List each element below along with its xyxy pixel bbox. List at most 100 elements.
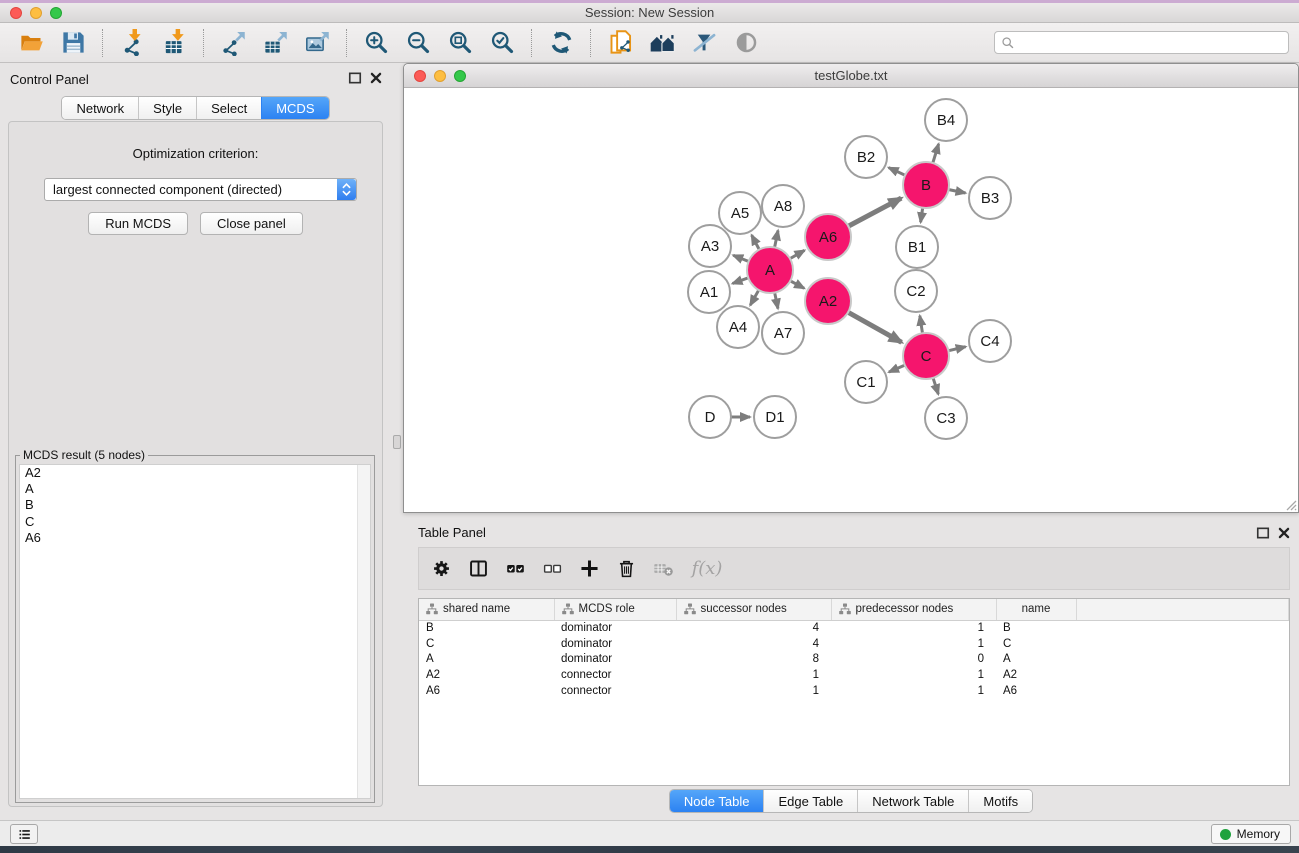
export-network-icon[interactable] bbox=[212, 27, 254, 59]
cell-successor-nodes[interactable]: 8 bbox=[676, 652, 831, 668]
table-row[interactable]: Bdominator41B bbox=[419, 620, 1289, 636]
search-box[interactable] bbox=[994, 31, 1289, 54]
cell-successor-nodes[interactable]: 4 bbox=[676, 636, 831, 652]
cell-name[interactable]: A6 bbox=[996, 683, 1076, 699]
column-header-MCDS-role[interactable]: MCDS role bbox=[554, 599, 676, 620]
float-panel-icon[interactable] bbox=[348, 71, 362, 85]
export-table-icon[interactable] bbox=[254, 27, 296, 59]
zoom-fit-icon[interactable] bbox=[439, 27, 481, 59]
share-document-icon[interactable] bbox=[599, 27, 641, 59]
mcds-result-item[interactable]: A2 bbox=[20, 465, 370, 481]
zoom-selected-icon[interactable] bbox=[481, 27, 523, 59]
mcds-result-item[interactable]: B bbox=[20, 497, 370, 513]
close-table-panel-icon[interactable] bbox=[1277, 526, 1291, 540]
memory-label: Memory bbox=[1237, 827, 1280, 841]
add-icon[interactable] bbox=[577, 557, 601, 581]
cell-name[interactable]: C bbox=[996, 636, 1076, 652]
splitter-grip[interactable] bbox=[393, 435, 401, 449]
tab-mcds[interactable]: MCDS bbox=[261, 97, 328, 119]
deselect-all-checkboxes-icon[interactable] bbox=[540, 557, 564, 581]
tab-edge-table[interactable]: Edge Table bbox=[763, 790, 857, 812]
hide-graphics-details-icon[interactable] bbox=[683, 27, 725, 59]
network-window-titlebar[interactable]: testGlobe.txt bbox=[404, 64, 1298, 88]
cell-shared-name[interactable]: A6 bbox=[419, 683, 554, 699]
node-table-container[interactable]: shared name MCDS rolesuccessor nodesprede… bbox=[418, 598, 1290, 786]
settings-icon[interactable] bbox=[429, 557, 453, 581]
select-all-checkboxes-icon[interactable] bbox=[503, 557, 527, 581]
show-hide-panel-icon[interactable] bbox=[725, 27, 767, 59]
run-mcds-button[interactable]: Run MCDS bbox=[88, 212, 188, 235]
home-icon[interactable] bbox=[641, 27, 683, 59]
table-row[interactable]: A2connector11A2 bbox=[419, 667, 1289, 683]
task-history-button[interactable] bbox=[10, 824, 38, 844]
save-session-icon[interactable] bbox=[52, 27, 94, 59]
open-file-icon[interactable] bbox=[10, 27, 52, 59]
zoom-out-icon[interactable] bbox=[397, 27, 439, 59]
cell-MCDS-role[interactable]: connector bbox=[554, 667, 676, 683]
cell-successor-nodes[interactable]: 1 bbox=[676, 683, 831, 699]
search-input[interactable] bbox=[1019, 32, 1288, 53]
cell-MCDS-role[interactable]: dominator bbox=[554, 620, 676, 636]
tab-style[interactable]: Style bbox=[138, 97, 196, 119]
table-panel-title: Table Panel bbox=[418, 525, 486, 540]
column-label: shared name bbox=[443, 603, 510, 615]
cell-MCDS-role[interactable]: dominator bbox=[554, 652, 676, 668]
criterion-dropdown[interactable]: largest connected component (directed) bbox=[44, 178, 357, 201]
network-canvas[interactable]: B4B2BB3A8A5A6A3B1AA1C2A2A4A7C4CC1C3DD1 bbox=[404, 88, 1298, 512]
cell-shared-name[interactable]: A bbox=[419, 652, 554, 668]
node-label-A: A bbox=[765, 262, 775, 279]
cell-shared-name[interactable]: C bbox=[419, 636, 554, 652]
cell-MCDS-role[interactable]: dominator bbox=[554, 636, 676, 652]
column-header-shared-name[interactable]: shared name bbox=[419, 599, 554, 620]
mcds-result-item[interactable]: A6 bbox=[20, 530, 370, 546]
zoom-in-icon[interactable] bbox=[355, 27, 397, 59]
mcds-result-list[interactable]: A2ABCA6 bbox=[19, 464, 371, 799]
column-header-successor-nodes[interactable]: successor nodes bbox=[676, 599, 831, 620]
split-columns-icon[interactable] bbox=[466, 557, 490, 581]
table-row[interactable]: A6connector11A6 bbox=[419, 683, 1289, 699]
tab-network-table[interactable]: Network Table bbox=[857, 790, 968, 812]
export-image-icon[interactable] bbox=[296, 27, 338, 59]
tab-select[interactable]: Select bbox=[196, 97, 261, 119]
cell-predecessor-nodes[interactable]: 1 bbox=[831, 636, 996, 652]
close-panel-button[interactable]: Close panel bbox=[200, 212, 303, 235]
delete-table-icon[interactable] bbox=[651, 557, 675, 581]
tab-motifs[interactable]: Motifs bbox=[968, 790, 1032, 812]
import-network-icon[interactable] bbox=[111, 27, 153, 59]
cell-predecessor-nodes[interactable]: 0 bbox=[831, 652, 996, 668]
tab-node-table[interactable]: Node Table bbox=[670, 790, 764, 812]
close-panel-icon[interactable] bbox=[369, 71, 383, 85]
cell-predecessor-nodes[interactable]: 1 bbox=[831, 667, 996, 683]
import-table-icon[interactable] bbox=[153, 27, 195, 59]
cell-shared-name[interactable]: A2 bbox=[419, 667, 554, 683]
cell-predecessor-nodes[interactable]: 1 bbox=[831, 683, 996, 699]
node-label-B2: B2 bbox=[857, 149, 875, 166]
mcds-result-item[interactable]: C bbox=[20, 514, 370, 530]
float-table-panel-icon[interactable] bbox=[1256, 526, 1270, 540]
column-header-predecessor-nodes[interactable]: predecessor nodes bbox=[831, 599, 996, 620]
cell-MCDS-role[interactable]: connector bbox=[554, 683, 676, 699]
cell-successor-nodes[interactable]: 1 bbox=[676, 667, 831, 683]
node-label-B1: B1 bbox=[908, 239, 926, 256]
cell-shared-name[interactable]: B bbox=[419, 620, 554, 636]
panel-splitter[interactable] bbox=[391, 63, 403, 820]
window-resize-grip[interactable] bbox=[1284, 498, 1297, 511]
table-row[interactable]: Adominator80A bbox=[419, 652, 1289, 668]
result-scrollbar[interactable] bbox=[357, 465, 370, 798]
table-toolbar: f(x) bbox=[418, 547, 1290, 590]
delete-icon[interactable] bbox=[614, 557, 638, 581]
node-label-C: C bbox=[921, 348, 932, 365]
memory-button[interactable]: Memory bbox=[1211, 824, 1291, 844]
mcds-result-item[interactable]: A bbox=[20, 481, 370, 497]
cell-successor-nodes[interactable]: 4 bbox=[676, 620, 831, 636]
cell-name[interactable]: A2 bbox=[996, 667, 1076, 683]
cell-name[interactable]: A bbox=[996, 652, 1076, 668]
cell-name[interactable]: B bbox=[996, 620, 1076, 636]
table-row[interactable]: Cdominator41C bbox=[419, 636, 1289, 652]
cell-predecessor-nodes[interactable]: 1 bbox=[831, 620, 996, 636]
column-type-icon bbox=[684, 603, 696, 615]
column-header-name[interactable]: name bbox=[996, 599, 1076, 620]
function-builder-icon[interactable]: f(x) bbox=[688, 557, 726, 581]
refresh-icon[interactable] bbox=[540, 27, 582, 59]
tab-network[interactable]: Network bbox=[62, 97, 138, 119]
